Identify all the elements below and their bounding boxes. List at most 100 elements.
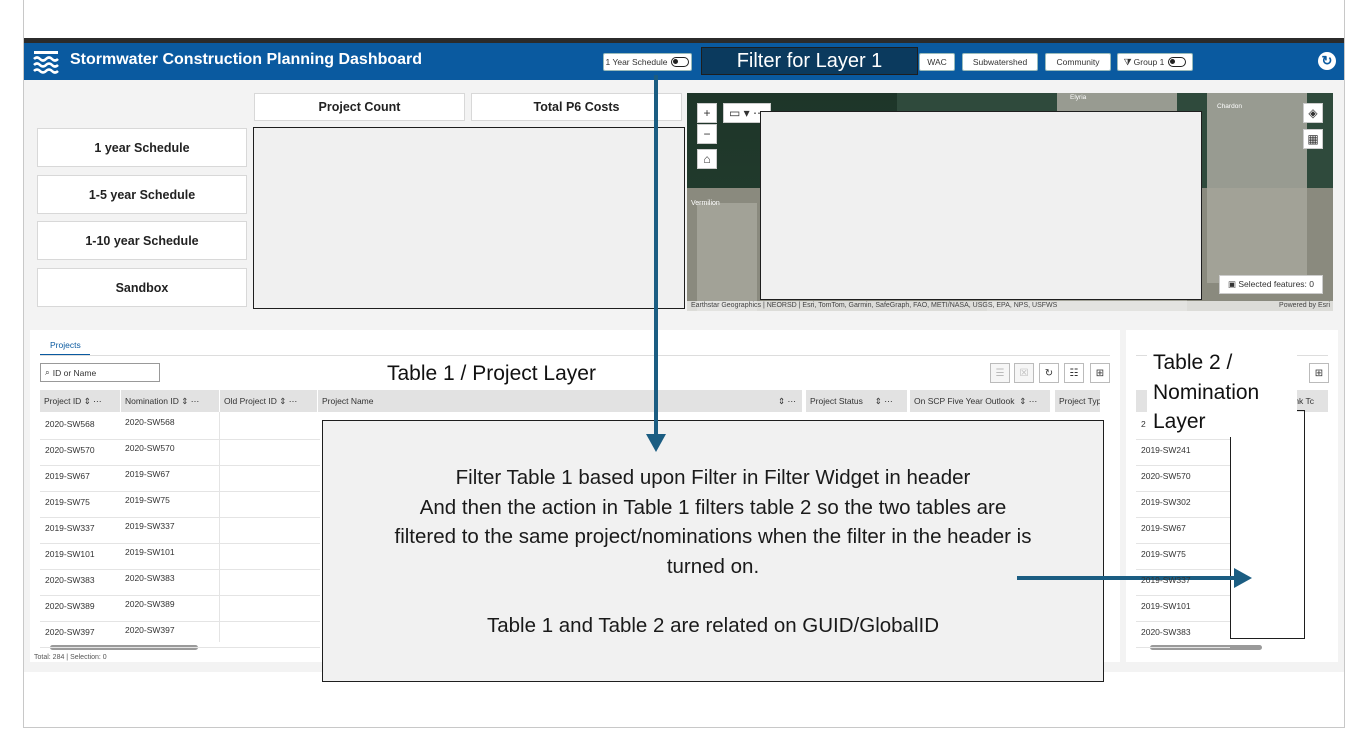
show-selected-icon[interactable]: ☰	[990, 363, 1010, 383]
column-header-old-project-id[interactable]: Old Project ID ⇕ ⋯	[220, 390, 317, 412]
callout-line: Table 2 /	[1153, 351, 1233, 374]
toggle-switch-icon	[1168, 57, 1187, 67]
sandbox-button[interactable]: Sandbox	[37, 268, 247, 307]
projects-search-input[interactable]: ⌕ ID or Name	[40, 363, 160, 382]
cell-nomination[interactable]: 2019-SW241	[1141, 445, 1191, 455]
subwatershed-filter-button[interactable]: Subwatershed	[962, 53, 1038, 71]
cell-nomination-id[interactable]: 2020-SW389	[125, 599, 175, 609]
tab-projects[interactable]: Projects	[50, 340, 81, 350]
cell-project-id[interactable]: 2020-SW397	[45, 627, 95, 637]
cell-nomination[interactable]: 2020-SW383	[1141, 627, 1191, 637]
cell-nomination-id[interactable]: 2020-SW570	[125, 443, 175, 453]
sort-icon: ⇕ ⋯	[778, 395, 796, 406]
table-row-divider	[1136, 621, 1230, 622]
column-divider	[219, 412, 220, 642]
table-row-divider	[40, 465, 320, 466]
selected-features-count[interactable]: ▣ Selected features: 0	[1218, 275, 1323, 294]
table2-options-icon[interactable]: ⊞	[1309, 363, 1329, 383]
table-row-divider	[40, 439, 320, 440]
table-row-divider	[1136, 517, 1230, 518]
zoom-in-button[interactable]: +	[697, 103, 717, 123]
map-label-chardon: Chardon	[1217, 103, 1242, 110]
map-label-elyria: Elyria	[1070, 94, 1087, 101]
table-row-divider	[40, 491, 320, 492]
table-footer-totals: Total: 284 | Selection: 0	[34, 654, 107, 661]
column-label: Old Project ID	[224, 396, 277, 406]
cell-project-id[interactable]: 2019-SW101	[45, 549, 95, 559]
zoom-out-button[interactable]: −	[697, 124, 717, 144]
cell-nomination[interactable]: 2019-SW67	[1141, 523, 1186, 533]
cell-nomination-id[interactable]: 2019-SW337	[125, 521, 175, 531]
column-header-nomination-id[interactable]: Nomination ID ⇕ ⋯	[121, 390, 219, 412]
column-header-project-name[interactable]: Project Name ⇕ ⋯	[318, 390, 802, 412]
table-row-divider	[1136, 647, 1230, 648]
powered-by-esri: Powered by Esri	[1279, 302, 1330, 309]
refresh-table-icon[interactable]: ↻	[1039, 363, 1059, 383]
callout-line: Layer	[1153, 410, 1206, 433]
column-header-project-id[interactable]: Project ID ⇕ ⋯	[40, 390, 120, 412]
table-row-divider	[1136, 439, 1230, 440]
wac-filter-button[interactable]: WAC	[919, 53, 955, 71]
cell-project-id[interactable]: 2019-SW75	[45, 497, 90, 507]
table1-callout-label: Table 1 / Project Layer	[387, 362, 596, 385]
callout-line: And then the action in Table 1 filters t…	[419, 495, 1007, 519]
cell-nomination[interactable]: 2020-SW570	[1141, 471, 1191, 481]
show-hide-columns-icon[interactable]: ☷	[1064, 363, 1084, 383]
basemap-gallery-icon[interactable]: ▦	[1303, 129, 1323, 149]
callout-line: filtered to the same project/nominations…	[394, 525, 1032, 548]
table-row-divider	[40, 517, 320, 518]
callout-line: Table 1 and Table 2 are related on GUID/…	[486, 613, 940, 637]
cell-project-id[interactable]: 2020-SW570	[45, 445, 95, 455]
table-row-divider	[40, 569, 320, 570]
one-year-schedule-toggle[interactable]: 1 Year Schedule	[603, 53, 692, 71]
column-label: Project Name	[322, 396, 374, 406]
dashboard-title: Stormwater Construction Planning Dashboa…	[70, 51, 423, 68]
column-header-project-status[interactable]: Project Status ⇕ ⋯	[806, 390, 907, 412]
one-to-five-year-schedule-button[interactable]: 1-5 year Schedule	[37, 175, 247, 214]
cell-nomination-id[interactable]: 2019-SW75	[125, 495, 170, 505]
group-filter-toggle[interactable]: ⧩ Group 1	[1117, 53, 1193, 71]
cell-nomination-id[interactable]: 2020-SW397	[125, 625, 175, 635]
layers-icon[interactable]: ◈	[1303, 103, 1323, 123]
funnel-icon: ⧩	[1123, 56, 1132, 67]
community-filter-button[interactable]: Community	[1045, 53, 1111, 71]
table-row-divider	[1136, 543, 1230, 544]
cell-nomination[interactable]: 2019-SW75	[1141, 549, 1186, 559]
column-header-project-type[interactable]: Project Typ	[1055, 390, 1100, 412]
one-year-schedule-button[interactable]: 1 year Schedule	[37, 128, 247, 167]
refresh-icon[interactable]: ↻	[1318, 52, 1336, 70]
table-row-divider	[40, 647, 320, 648]
cell-nomination[interactable]: 2019-SW302	[1141, 497, 1191, 507]
table-row-divider	[40, 595, 320, 596]
cell-project-id[interactable]: 2020-SW383	[45, 575, 95, 585]
cell-project-id[interactable]: 2019-SW67	[45, 471, 90, 481]
total-costs-indicator: Total P6 Costs	[471, 93, 682, 121]
cell-project-id[interactable]: 2020-SW389	[45, 601, 95, 611]
one-to-ten-year-schedule-button[interactable]: 1-10 year Schedule	[37, 221, 247, 260]
indicator-panel-placeholder	[253, 127, 685, 309]
home-icon[interactable]: ⌂	[697, 149, 717, 169]
map-attribution: Earthstar Geographics | NEORSD | Esri, T…	[687, 301, 1333, 311]
column-header-five-year-outlook[interactable]: On SCP Five Year Outlook ⇕ ⋯	[910, 390, 1050, 412]
table-row-divider	[1136, 595, 1230, 596]
table-row-divider	[40, 621, 320, 622]
filter-layer-callout: Filter for Layer 1	[701, 47, 918, 75]
cell-nomination-id[interactable]: 2020-SW383	[125, 573, 175, 583]
table-row-divider	[1136, 491, 1230, 492]
dashboard-header: Stormwater Construction Planning Dashboa…	[24, 43, 1344, 80]
column-label: Project Typ	[1059, 396, 1100, 406]
table-options-icon[interactable]: ⊞	[1090, 363, 1110, 383]
cell-nomination[interactable]: 2019-SW337	[1141, 575, 1191, 585]
callout-line: Filter Table 1 based upon Filter in Filt…	[455, 466, 971, 489]
clear-selection-icon[interactable]: ☒	[1014, 363, 1034, 383]
cell-project-id[interactable]: 2019-SW337	[45, 523, 95, 533]
cell-nomination[interactable]: 2019-SW101	[1141, 601, 1191, 611]
cell-nomination[interactable]: 2	[1141, 419, 1146, 429]
column-label: Nomination ID	[125, 396, 179, 406]
cell-project-id[interactable]: 2020-SW568	[45, 419, 95, 429]
map-tile	[1207, 93, 1307, 283]
cell-nomination-id[interactable]: 2019-SW101	[125, 547, 175, 557]
table-row-divider	[1136, 465, 1230, 466]
cell-nomination-id[interactable]: 2020-SW568	[125, 417, 175, 427]
cell-nomination-id[interactable]: 2019-SW67	[125, 469, 170, 479]
